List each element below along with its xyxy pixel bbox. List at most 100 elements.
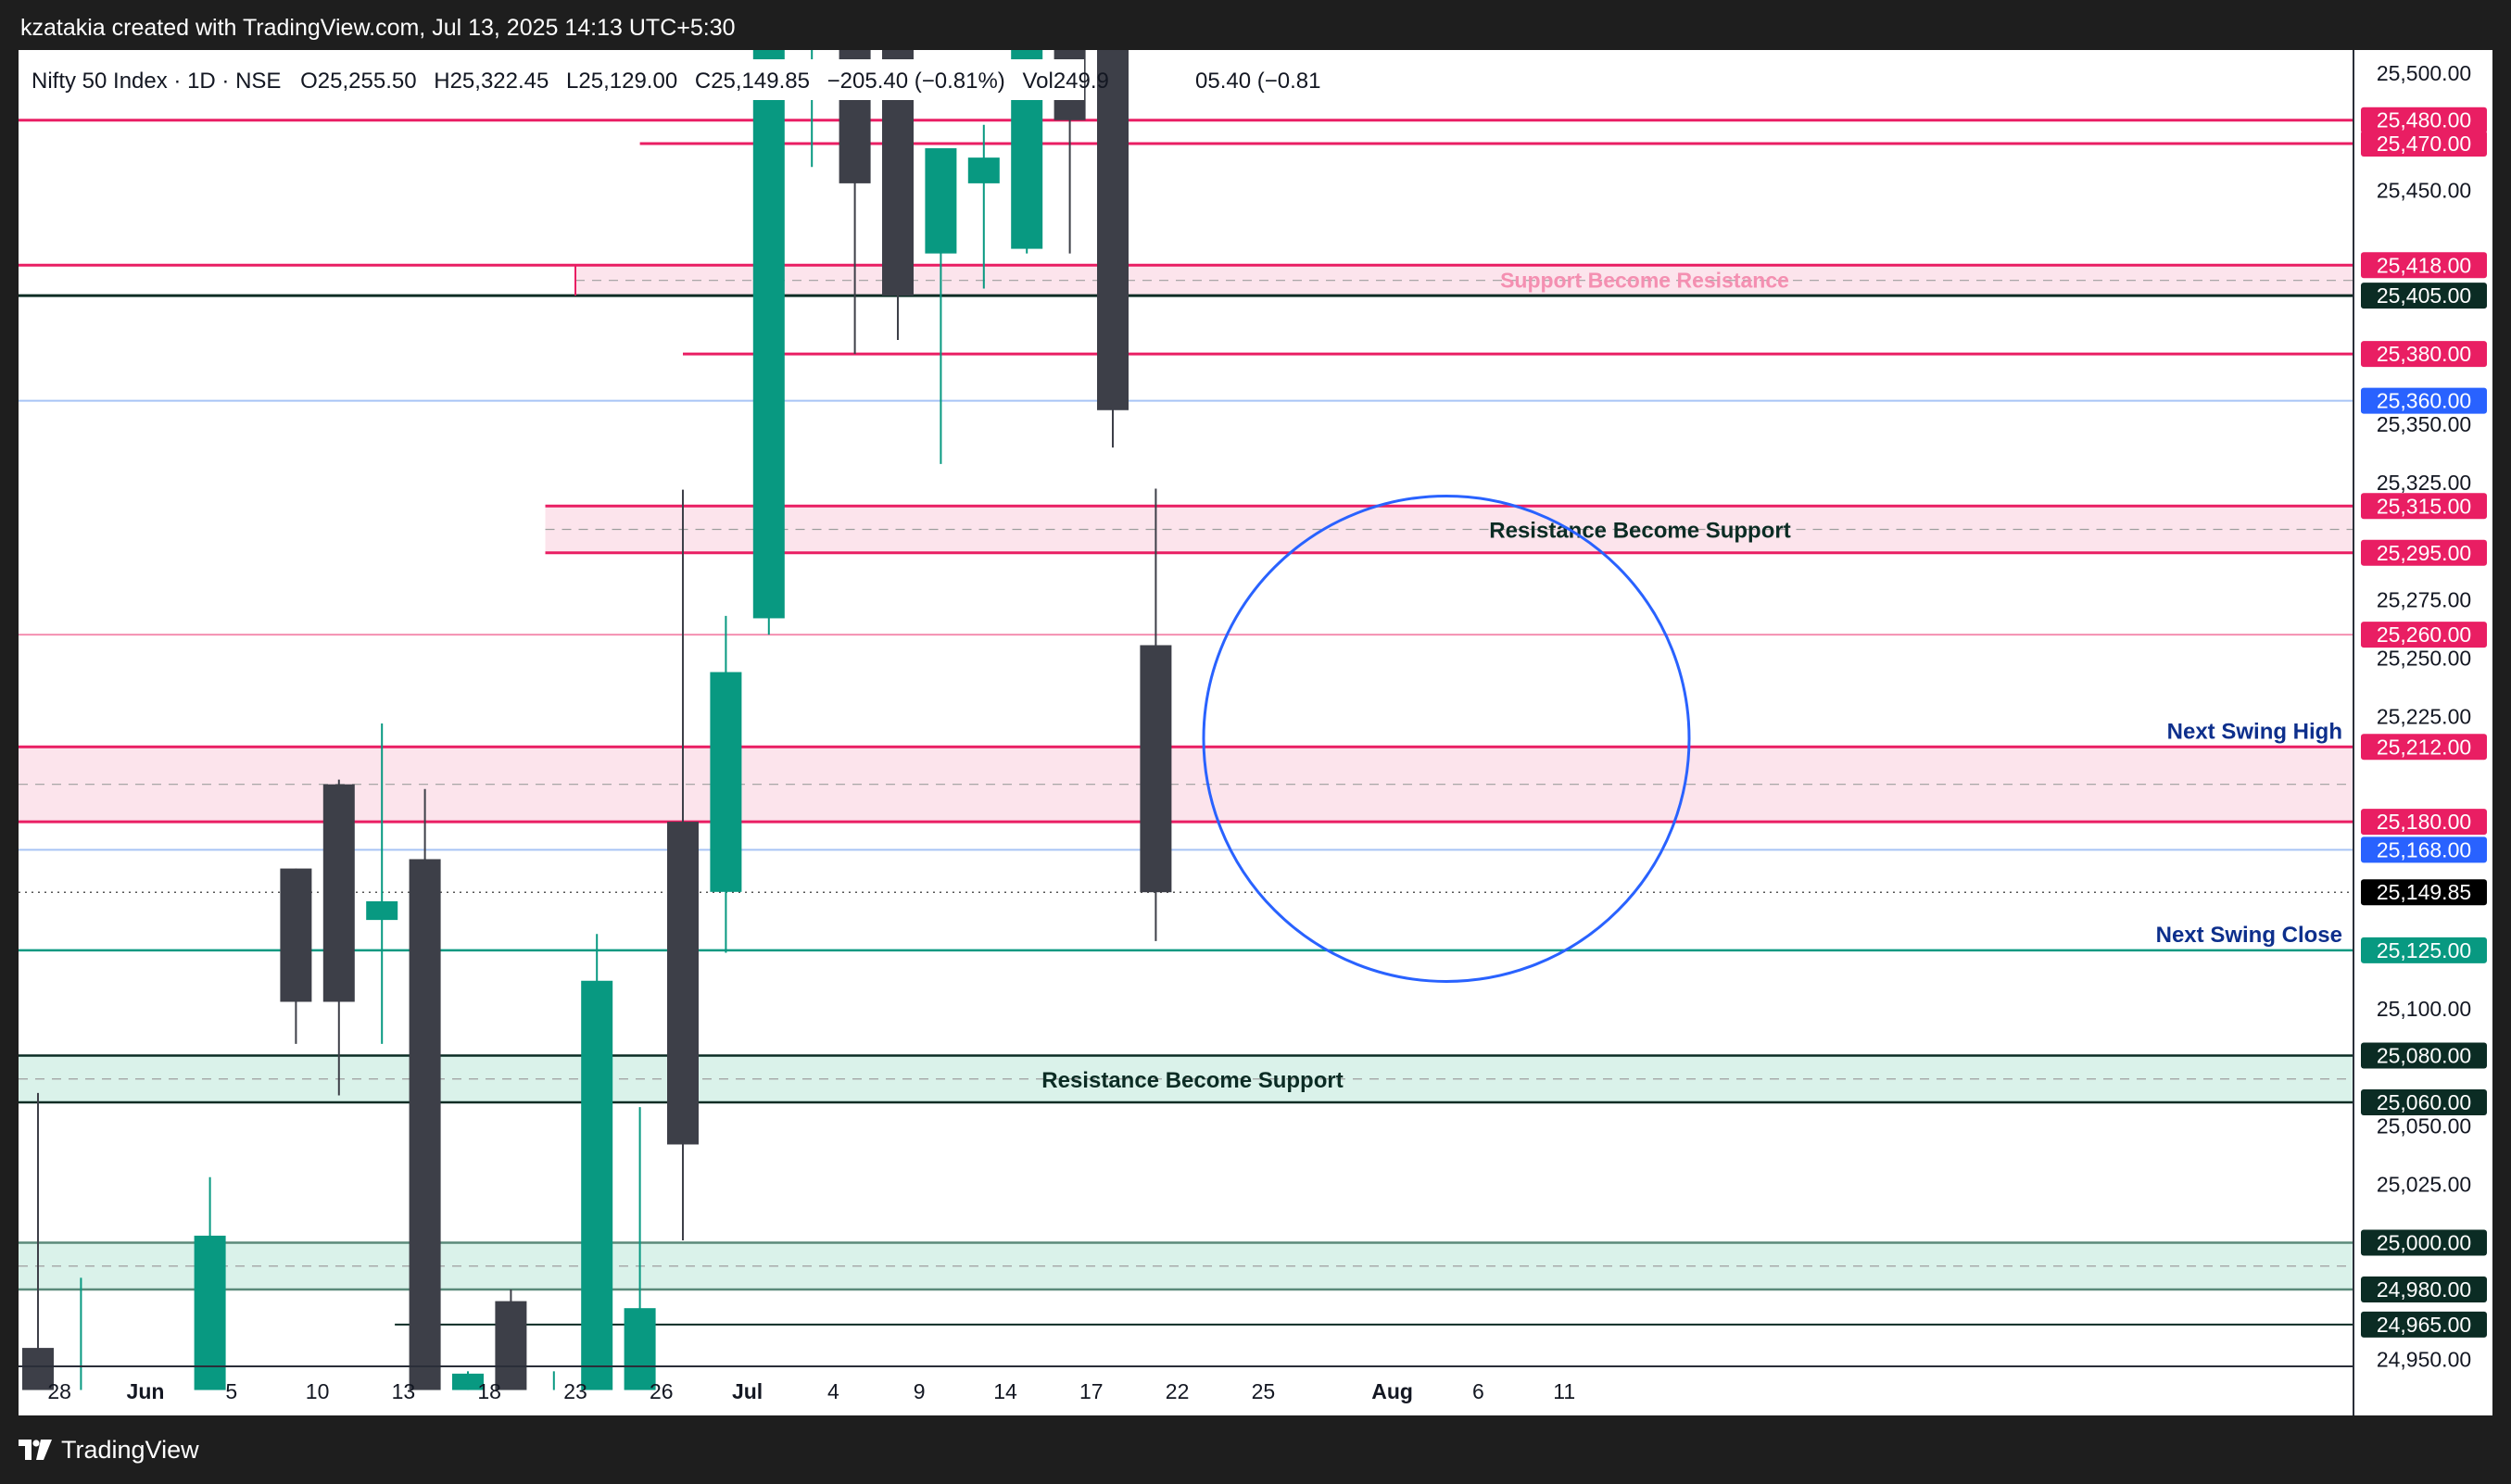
price-label-text: 25,212.00 [2377, 735, 2471, 759]
price-label-text: 25,480.00 [2377, 108, 2471, 132]
candle-16 [710, 615, 742, 953]
time-tick-label: 6 [1472, 1379, 1484, 1403]
price-label-25149-85: 25,149.85 [2361, 879, 2487, 906]
price-tick-label: 25,275.00 [2377, 587, 2471, 611]
time-tick-label: 5 [225, 1379, 237, 1403]
candle-body [280, 868, 312, 1002]
price-label-25212: 25,212.00 [2361, 734, 2487, 761]
price-tick-label: 24,950.00 [2377, 1348, 2471, 1372]
price-axis[interactable]: 24,950.00 25,025.00 25,050.00 25,100.00 25,2… [2353, 50, 2492, 1415]
price-label-25295: 25,295.00 [2361, 539, 2487, 566]
price-tick-label: 25,025.00 [2377, 1172, 2471, 1196]
tradingview-logo-icon [19, 1440, 52, 1460]
candle-0 [22, 1092, 54, 1390]
high-value: 25,322.45 [450, 69, 549, 94]
time-tick-label: 11 [1553, 1379, 1575, 1403]
candle-body [752, 50, 785, 619]
change-value: −205.40 (−0.81%) [827, 69, 1005, 94]
candle-21 [925, 148, 957, 464]
time-tick-label: 22 [1166, 1379, 1190, 1403]
time-tick-label: 10 [306, 1379, 330, 1403]
time-tick-label: 28 [47, 1379, 71, 1403]
time-tick-label: 23 [563, 1379, 587, 1403]
tradingview-brand-text: TradingView [61, 1435, 199, 1464]
price-label-25480: 25,480.00 [2361, 107, 2487, 133]
candle-26 [1140, 488, 1172, 941]
price-label-text: 25,380.00 [2377, 342, 2471, 366]
price-label-25470: 25,470.00 [2361, 130, 2487, 157]
price-label-text: 25,295.00 [2377, 541, 2471, 565]
price-label-25000: 25,000.00 [2361, 1229, 2487, 1256]
candle-body [1097, 50, 1129, 410]
candle-7 [322, 779, 355, 1096]
price-label-text: 25,149.85 [2377, 880, 2471, 904]
time-tick-label: Jun [127, 1379, 165, 1403]
price-label-text: 25,405.00 [2377, 283, 2471, 308]
time-tick-label: 25 [1252, 1379, 1276, 1403]
svg-text:Nifty 50 Index · 1D · NSE: Nifty 50 Index · 1D · NSE O25,255.50 H25… [32, 69, 1109, 94]
footer-bar: TradingView [0, 1415, 2511, 1484]
candle-body [1140, 645, 1172, 893]
candle-body [409, 859, 441, 1390]
time-tick-label: 9 [914, 1379, 926, 1403]
high-label: H [434, 69, 449, 94]
candle-body [925, 148, 957, 254]
annotation-resistance-become-support-upper: Resistance Become Support [1489, 519, 1790, 544]
price-tick-label: 25,100.00 [2377, 997, 2471, 1021]
candle-body [322, 784, 355, 1002]
tradingview-logo[interactable]: TradingView [19, 1436, 199, 1465]
price-label-24980: 24,980.00 [2361, 1276, 2487, 1302]
price-chart[interactable]: Support Become Resistance Resistance Bec… [19, 50, 2492, 1415]
low-label: L [566, 69, 578, 94]
open-label: O [300, 69, 318, 94]
candle-9 [409, 788, 441, 1390]
open-value: 25,255.50 [318, 69, 417, 94]
candles-layer [22, 50, 1172, 1390]
candle-body [366, 900, 398, 921]
price-tick-label: 25,350.00 [2377, 412, 2471, 436]
chart-area[interactable]: Support Become Resistance Resistance Bec… [19, 50, 2492, 1415]
candle-6 [280, 868, 312, 1044]
price-label-text: 25,060.00 [2377, 1090, 2471, 1114]
time-tick-label: 13 [392, 1379, 416, 1403]
candle-body [967, 157, 1000, 183]
price-label-25180: 25,180.00 [2361, 809, 2487, 836]
close-label: C [695, 69, 711, 94]
price-label-text: 25,180.00 [2377, 810, 2471, 834]
time-axis[interactable]: 28 Jun 5 10 13 18 23 26 Jul 4 9 14 17 22 25 Aug 6 11 [19, 1365, 2353, 1403]
chart-attribution: kzatakia created with TradingView.com, J… [20, 15, 736, 41]
price-label-25260: 25,260.00 [2361, 622, 2487, 648]
price-label-25405: 25,405.00 [2361, 283, 2487, 309]
price-label-25125: 25,125.00 [2361, 937, 2487, 963]
time-tick-label: Jul [732, 1379, 763, 1403]
highlight-circle [1202, 494, 1691, 983]
low-value: 25,129.00 [578, 69, 677, 94]
candle-body [667, 822, 699, 1145]
price-label-25080: 25,080.00 [2361, 1042, 2487, 1069]
time-tick-label: 14 [993, 1379, 1017, 1403]
price-label-text: 24,965.00 [2377, 1313, 2471, 1337]
candle-17 [752, 50, 785, 635]
symbol-name: Nifty 50 Index · 1D · NSE [32, 69, 281, 94]
candle-15 [667, 489, 699, 1240]
volume-value: Vol249.9 [1022, 69, 1108, 94]
price-label-25380: 25,380.00 [2361, 341, 2487, 368]
price-label-25418: 25,418.00 [2361, 252, 2487, 279]
price-tick-label: 25,225.00 [2377, 704, 2471, 728]
annotation-next-swing-high: Next Swing High [2167, 719, 2342, 744]
candle-body [710, 672, 742, 892]
price-tick-label: 25,050.00 [2377, 1113, 2471, 1138]
time-tick-label: 18 [477, 1379, 501, 1403]
time-tick-label: Aug [1371, 1379, 1413, 1403]
time-tick-label: 4 [827, 1379, 839, 1403]
price-tick-label: 25,250.00 [2377, 646, 2471, 670]
candle-11 [495, 1289, 527, 1390]
price-label-text: 25,315.00 [2377, 494, 2471, 518]
time-tick-label: 26 [650, 1379, 674, 1403]
candle-body [624, 1308, 656, 1390]
annotation-support-become-resistance: Support Become Resistance [1500, 269, 1789, 293]
candle-13 [581, 934, 613, 1390]
price-label-25060: 25,060.00 [2361, 1089, 2487, 1116]
price-label-text: 25,360.00 [2377, 389, 2471, 413]
price-label-text: 25,168.00 [2377, 837, 2471, 861]
